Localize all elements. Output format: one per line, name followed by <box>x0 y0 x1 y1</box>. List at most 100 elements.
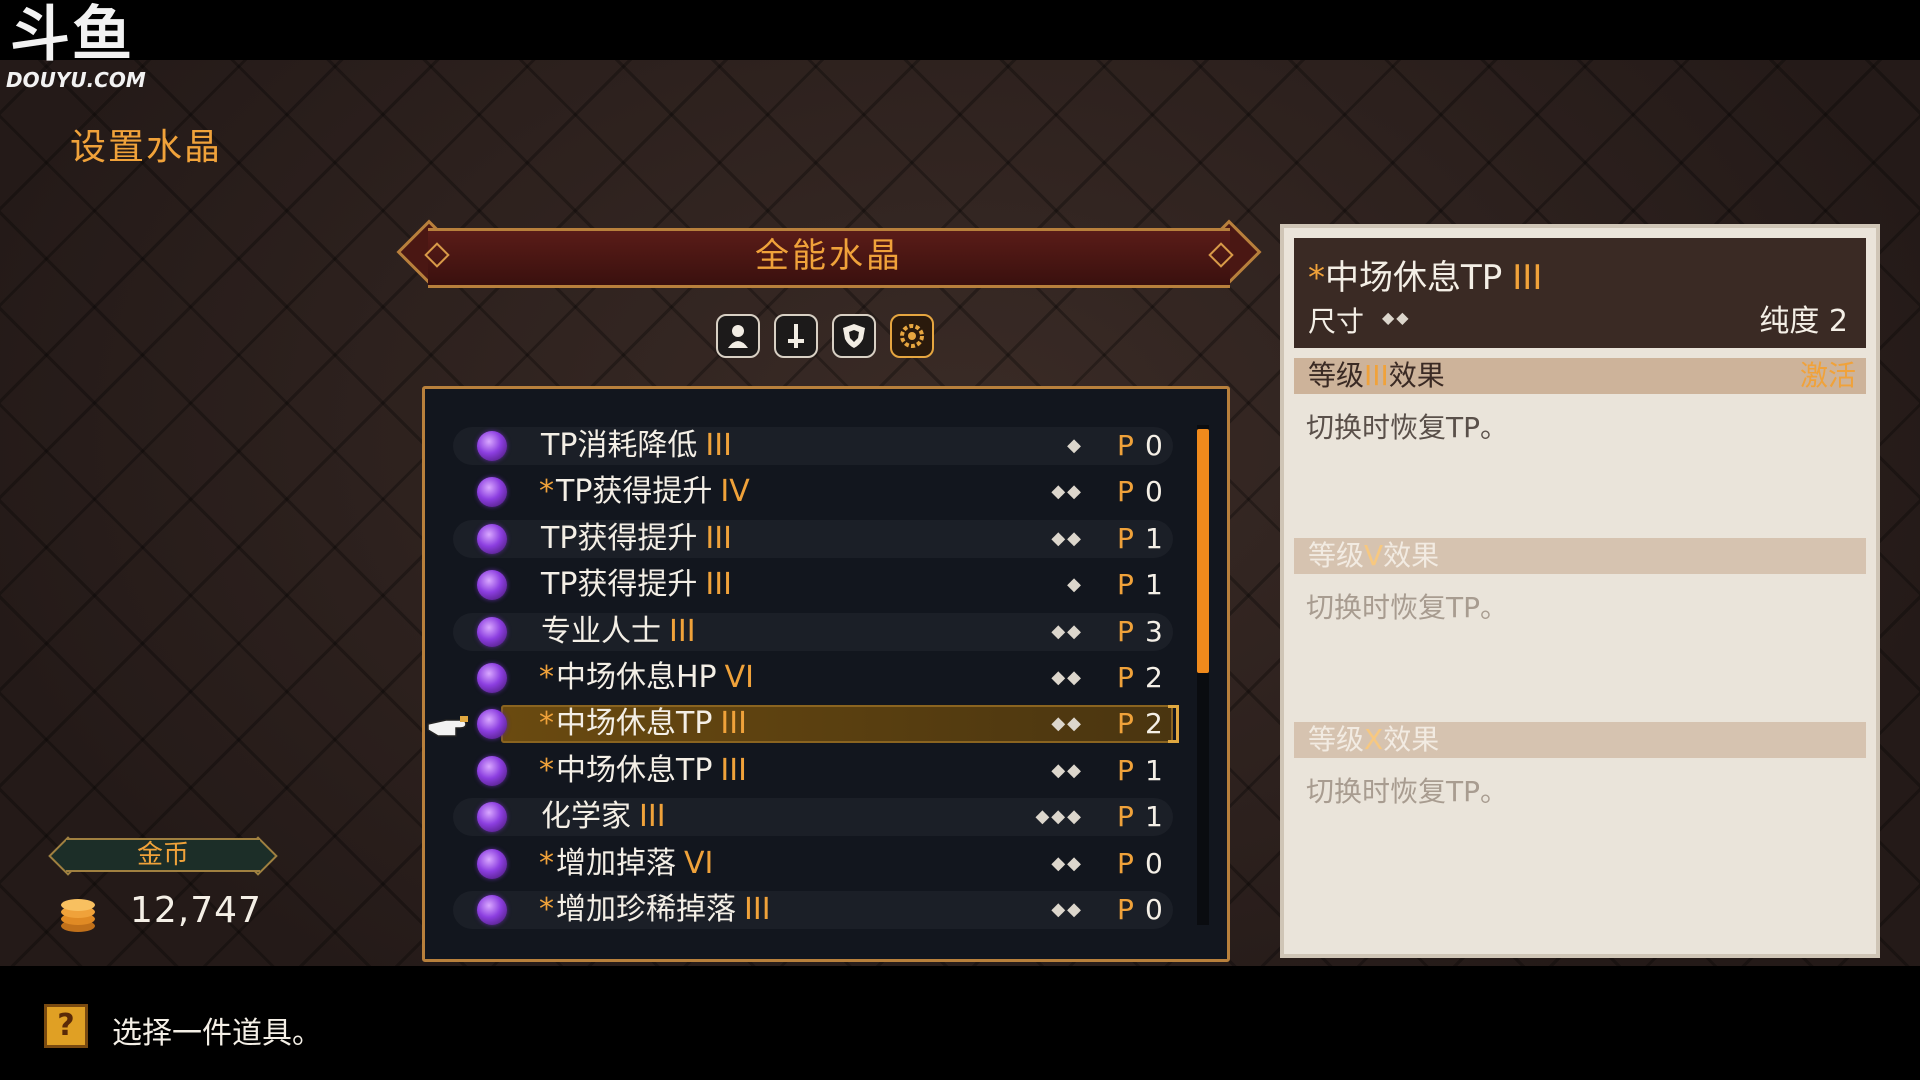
watermark-logo: 斗鱼 <box>10 0 134 70</box>
crystal-name: *中场休息HP VI <box>539 655 754 701</box>
crystal-gem-icon <box>477 894 507 925</box>
crystal-size: ◆◆ <box>1051 713 1083 735</box>
p-label: P <box>1117 660 1134 694</box>
p-value: 1 <box>1145 521 1163 555</box>
all-filter-tab[interactable] <box>890 314 934 358</box>
crystal-level: III <box>720 706 747 742</box>
crystal-detail-panel: *中场休息TP III 尺寸 ◆◆ 纯度 2 等级III效果 激活 切换时恢复TP… <box>1280 224 1880 958</box>
crystal-name: TP获得提升 III <box>539 562 732 608</box>
crystal-gem-icon <box>477 802 507 833</box>
crystal-name: 化学家 III <box>539 794 666 840</box>
effect-active-badge: 激活 <box>1799 359 1856 392</box>
crystal-gem-icon <box>477 616 507 647</box>
detail-header: *中场休息TP III 尺寸 ◆◆ 纯度 2 <box>1294 238 1866 348</box>
crystal-gem-icon <box>477 477 507 508</box>
crystal-gem-icon <box>477 848 507 879</box>
crystal-list: TP消耗降低 III ◆ P 0 *TP获得提升 IV ◆◆ P 0 TP获得提升 III ◆◆ P 1 TP… <box>453 423 1179 933</box>
crystal-star: * <box>539 706 554 742</box>
crystal-level: IV <box>720 474 750 510</box>
crystal-size: ◆◆◆ <box>1035 806 1083 828</box>
p-value: 0 <box>1145 846 1163 880</box>
crystal-name-text: 中场休息TP <box>556 706 713 742</box>
crystal-name: TP获得提升 III <box>539 516 732 562</box>
watermark-url: DOUYU.COM <box>6 68 146 92</box>
crystal-row[interactable]: TP消耗降低 III ◆ P 0 <box>453 423 1173 469</box>
hint-text: 选择一件道具。 <box>112 1016 322 1051</box>
crystal-row[interactable]: 专业人士 III ◆◆ P 3 <box>453 609 1173 655</box>
crystal-star: * <box>539 474 554 510</box>
crystal-row[interactable]: TP获得提升 III ◆ P 1 <box>453 562 1173 608</box>
character-icon <box>728 325 748 348</box>
crystal-size: ◆ <box>1067 574 1083 596</box>
crystal-name-text: TP获得提升 <box>556 474 713 510</box>
crystal-size: ◆◆ <box>1051 481 1083 503</box>
crystal-size: ◆◆ <box>1051 852 1083 874</box>
crystal-size: ◆ <box>1067 435 1083 456</box>
crystal-name: *增加珍稀掉落 III <box>539 887 771 933</box>
crystal-row-selected[interactable]: *中场休息TP III ◆◆ P 2 <box>453 701 1179 747</box>
gold-label: 金币 <box>136 840 189 870</box>
scrollbar-thumb[interactable] <box>1197 429 1209 673</box>
p-label: P <box>1117 800 1134 834</box>
crystal-level: VI <box>724 659 755 695</box>
crystal-name-text: TP消耗降低 <box>541 428 698 463</box>
screen-title: 设置水晶 <box>70 127 223 168</box>
p-label: P <box>1117 707 1134 741</box>
crystal-name-text: 专业人士 <box>541 613 661 649</box>
crystal-star: * <box>539 752 554 788</box>
crystal-name: *增加掉落 VI <box>539 841 713 887</box>
p-value: 0 <box>1145 429 1163 462</box>
p-value: 1 <box>1145 568 1163 602</box>
p-value: 0 <box>1145 892 1163 926</box>
crystal-row[interactable]: TP获得提升 III ◆◆ P 1 <box>453 516 1173 562</box>
p-label: P <box>1117 614 1134 648</box>
p-value: 1 <box>1145 800 1163 834</box>
crystal-gem-icon <box>477 431 507 461</box>
gear-icon <box>900 324 924 348</box>
crystal-name-text: TP获得提升 <box>541 520 698 556</box>
effect-description: 切换时恢复TP。 <box>1306 411 1508 444</box>
crystal-level: III <box>705 567 732 603</box>
crystal-row[interactable]: *增加掉落 VI ◆◆ P 0 <box>453 841 1173 887</box>
crystal-row[interactable]: *增加珍稀掉落 III ◆◆ P 0 <box>453 887 1173 933</box>
p-value: 0 <box>1145 475 1163 509</box>
crystal-gem-icon <box>477 662 507 693</box>
armor-filter-tab[interactable] <box>832 314 876 358</box>
detail-star: * <box>1308 258 1325 298</box>
gold-label-plate: 金币 <box>48 836 278 876</box>
crystal-row[interactable]: 化学家 III ◆◆◆ P 1 <box>453 794 1173 840</box>
effect-label: 等级III效果 <box>1308 359 1445 392</box>
detail-name: 中场休息TP <box>1325 258 1503 298</box>
douyu-watermark: 斗鱼 DOUYU.COM <box>6 0 156 96</box>
crystal-level: III <box>705 428 732 463</box>
p-label: P <box>1117 753 1134 787</box>
p-label: P <box>1117 892 1134 926</box>
effect-description: 切换时恢复TP。 <box>1306 591 1508 624</box>
crystal-level: III <box>744 891 771 927</box>
crystal-name-text: 中场休息HP <box>556 659 717 695</box>
character-filter-tab[interactable] <box>716 314 760 358</box>
scrollbar-track[interactable] <box>1197 425 1209 925</box>
crystal-size: ◆◆ <box>1051 527 1083 549</box>
crystal-row[interactable]: *中场休息TP III ◆◆ P 1 <box>453 748 1173 794</box>
crystal-name-text: 增加珍稀掉落 <box>556 891 736 927</box>
purity-value: 纯度 2 <box>1759 304 1848 339</box>
crystal-level: III <box>720 752 747 788</box>
crystal-level: III <box>639 799 666 835</box>
crystal-list-panel: TP消耗降低 III ◆ P 0 *TP获得提升 IV ◆◆ P 0 TP获得提升 III ◆◆ P 1 TP… <box>422 386 1230 962</box>
p-label: P <box>1117 521 1134 555</box>
crystal-name-text: TP获得提升 <box>541 567 698 603</box>
crystal-level: VI <box>684 845 714 881</box>
crystal-filter-tabs <box>716 314 934 360</box>
weapon-filter-tab[interactable] <box>774 314 818 358</box>
crystal-size: ◆◆ <box>1051 898 1083 920</box>
crystal-star: * <box>539 845 554 881</box>
crystal-size: ◆◆ <box>1051 666 1083 688</box>
crystal-name-text: 化学家 <box>541 799 631 835</box>
p-value: 2 <box>1145 660 1163 694</box>
help-icon: ? <box>44 1004 88 1048</box>
crystal-row[interactable]: *TP获得提升 IV ◆◆ P 0 <box>453 469 1173 515</box>
crystal-size: ◆◆ <box>1051 759 1083 781</box>
crystal-row[interactable]: *中场休息HP VI ◆◆ P 2 <box>453 655 1173 701</box>
crystal-level: III <box>705 520 732 556</box>
